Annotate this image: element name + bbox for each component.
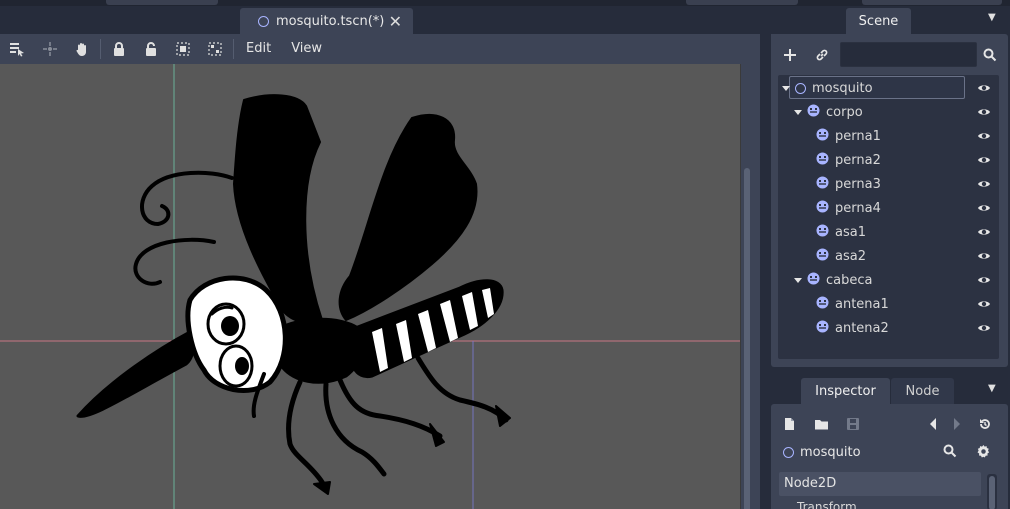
- tree-item-perna3[interactable]: perna3: [778, 172, 999, 196]
- sprite-icon: [807, 104, 820, 121]
- sprite-icon: [816, 320, 829, 337]
- visibility-eye-icon[interactable]: [977, 81, 991, 99]
- link-icon[interactable]: [811, 44, 833, 66]
- search-icon[interactable]: [943, 444, 957, 462]
- tree-item-asa2[interactable]: asa2: [778, 244, 999, 268]
- menu-view[interactable]: View: [281, 34, 332, 64]
- tree-item-corpo[interactable]: corpo: [778, 100, 999, 124]
- dock-menu-icon[interactable]: ▼: [988, 383, 996, 394]
- viewport-scroll-thumb[interactable]: [744, 168, 750, 509]
- toolbar-separator: [100, 39, 101, 59]
- sprite-icon: [816, 152, 829, 169]
- move-pivot-icon[interactable]: [34, 34, 66, 64]
- filter-nodes-input[interactable]: [840, 42, 977, 67]
- sprite-icon: [816, 224, 829, 241]
- tree-item-perna1[interactable]: perna1: [778, 124, 999, 148]
- tab-node[interactable]: Node: [891, 378, 954, 404]
- node2d-icon: [258, 15, 269, 27]
- sprite-icon: [816, 248, 829, 265]
- scene-tree: mosquito corpo perna1 perna2 perna3 pern…: [778, 75, 999, 359]
- scene-tab-title: mosquito.tscn(*): [276, 13, 385, 29]
- sprite-icon: [816, 176, 829, 193]
- class-section-header[interactable]: Node2D: [779, 472, 981, 496]
- menu-edit[interactable]: Edit: [236, 34, 281, 64]
- scene-toolbar: [771, 34, 1008, 74]
- toolbar-separator: [233, 39, 234, 59]
- inspected-object-name: mosquito: [800, 444, 861, 460]
- history-back-icon[interactable]: [923, 414, 943, 434]
- visibility-eye-icon[interactable]: [977, 177, 991, 195]
- sprite-icon: [816, 296, 829, 313]
- inspector-panel: mosquito Node2D Transform: [771, 404, 1008, 509]
- new-resource-icon[interactable]: [779, 414, 799, 434]
- top-menu-stub[interactable]: [686, 0, 798, 5]
- node2d-icon: [795, 82, 806, 94]
- tree-item-perna4[interactable]: perna4: [778, 196, 999, 220]
- tree-item-antena2[interactable]: antena2: [778, 316, 999, 340]
- inspector-tab-bar: Inspector Node: [771, 378, 1008, 404]
- pan-icon[interactable]: [66, 34, 98, 64]
- scene-tab-bar: mosquito.tscn(*) ✕: [0, 6, 760, 34]
- group-icon[interactable]: [167, 34, 199, 64]
- visibility-eye-icon[interactable]: [977, 105, 991, 123]
- mosquito-drawing: [0, 64, 740, 509]
- open-folder-icon[interactable]: [811, 414, 831, 434]
- canvas-viewport[interactable]: [0, 64, 741, 509]
- close-icon[interactable]: ✕: [389, 12, 402, 31]
- gear-icon[interactable]: [976, 444, 991, 463]
- viewport-scrollbar[interactable]: [741, 64, 760, 509]
- scene-tab[interactable]: mosquito.tscn(*) ✕: [240, 8, 413, 34]
- scene-panel: mosquito corpo perna1 perna2 perna3 pern…: [771, 34, 1008, 367]
- top-menu-stub[interactable]: [106, 0, 218, 5]
- visibility-eye-icon[interactable]: [977, 273, 991, 291]
- sprite-icon: [807, 272, 820, 289]
- sprite-icon: [816, 128, 829, 145]
- visibility-eye-icon[interactable]: [977, 321, 991, 339]
- tree-item-cabeca[interactable]: cabeca: [778, 268, 999, 292]
- sprite-icon: [816, 200, 829, 217]
- canvas-toolbar: Edit View: [0, 34, 760, 64]
- top-menu-stub[interactable]: [862, 0, 1002, 5]
- tree-item-asa1[interactable]: asa1: [778, 220, 999, 244]
- ungroup-icon[interactable]: [199, 34, 231, 64]
- visibility-eye-icon[interactable]: [977, 153, 991, 171]
- add-node-icon[interactable]: [779, 44, 801, 66]
- search-icon[interactable]: [979, 44, 1001, 66]
- lock-icon[interactable]: [103, 34, 135, 64]
- visibility-eye-icon[interactable]: [977, 297, 991, 315]
- node2d-icon: [783, 446, 794, 458]
- tab-scene[interactable]: Scene: [846, 8, 911, 34]
- tab-inspector[interactable]: Inspector: [801, 378, 890, 404]
- visibility-eye-icon[interactable]: [977, 129, 991, 147]
- dock-menu-icon[interactable]: ▼: [988, 12, 996, 23]
- tree-item-perna2[interactable]: perna2: [778, 148, 999, 172]
- visibility-eye-icon[interactable]: [977, 225, 991, 243]
- inspected-object-row[interactable]: mosquito: [771, 440, 1008, 464]
- inspector-scrollbar[interactable]: [987, 474, 997, 509]
- inspector-scroll-thumb[interactable]: [989, 476, 995, 509]
- visibility-eye-icon[interactable]: [977, 249, 991, 267]
- property-group-transform[interactable]: Transform: [797, 500, 857, 509]
- unlock-icon[interactable]: [135, 34, 167, 64]
- object-history-icon[interactable]: [975, 414, 995, 434]
- select-mode-icon[interactable]: [0, 34, 34, 64]
- tree-item-antena1[interactable]: antena1: [778, 292, 999, 316]
- collapse-arrow-icon[interactable]: [782, 85, 790, 91]
- collapse-arrow-icon[interactable]: [794, 109, 802, 115]
- tree-item-mosquito[interactable]: mosquito: [778, 76, 999, 100]
- visibility-eye-icon[interactable]: [977, 201, 991, 219]
- history-forward-icon[interactable]: [947, 414, 967, 434]
- collapse-arrow-icon[interactable]: [794, 277, 802, 283]
- save-icon[interactable]: [843, 414, 863, 434]
